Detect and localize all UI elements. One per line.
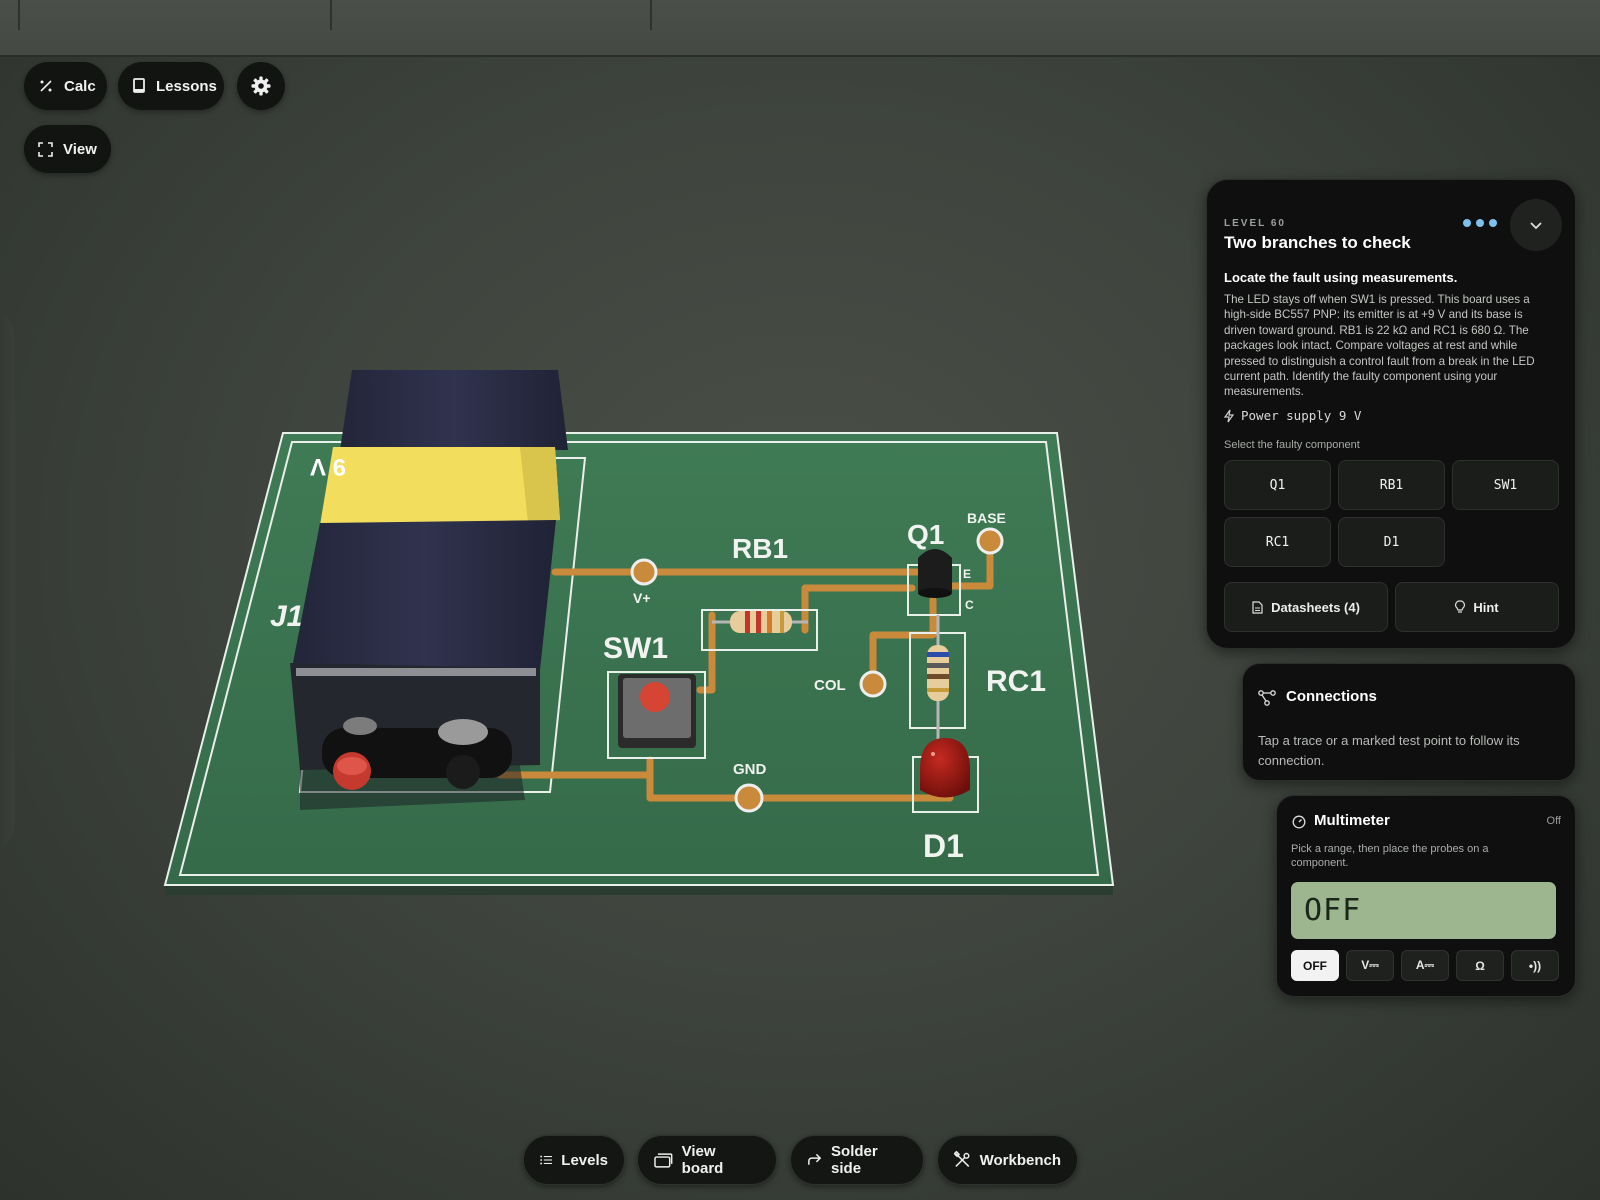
battery-top-body: [340, 370, 568, 450]
label-base: BASE: [967, 510, 1006, 526]
progress-dots: [1463, 219, 1497, 227]
label-rb1: RB1: [732, 533, 788, 564]
label-sw1: SW1: [603, 632, 668, 665]
gear-icon: [251, 76, 271, 96]
select-faulty-label: Select the faulty component: [1224, 439, 1360, 451]
lessons-button[interactable]: Lessons: [118, 62, 224, 110]
label-vplus: V+: [633, 590, 651, 606]
component-button-rc1[interactable]: RC1: [1224, 517, 1331, 567]
datasheets-label: Datasheets (4): [1271, 599, 1360, 615]
label-j1: J1: [270, 600, 303, 633]
mode-current-button[interactable]: A⎓: [1401, 950, 1449, 981]
document-icon: [1252, 600, 1263, 614]
label-col: COL: [814, 677, 846, 694]
view-board-button[interactable]: View board: [637, 1135, 777, 1185]
board-icon: [654, 1152, 673, 1168]
gauge-icon: [1292, 815, 1306, 829]
multimeter-title: Multimeter: [1314, 812, 1390, 829]
multimeter-panel: Multimeter Off Pick a range, then place …: [1276, 795, 1576, 997]
collapse-panel-button[interactable]: [1510, 199, 1562, 251]
test-point-gnd[interactable]: [734, 783, 764, 813]
sw1-button[interactable]: [640, 682, 670, 712]
label-emitter: E: [963, 567, 971, 581]
multimeter-display: OFF: [1291, 882, 1556, 939]
tools-icon: [954, 1151, 970, 1167]
label-rc1: RC1: [986, 665, 1046, 698]
mode-continuity-button[interactable]: •)): [1511, 950, 1559, 981]
label-gnd: GND: [733, 761, 767, 778]
q1-transistor[interactable]: [918, 549, 952, 592]
progress-dot: [1476, 219, 1484, 227]
power-supply-label: Power supply 9 V: [1241, 408, 1362, 423]
percent-icon: [40, 80, 52, 92]
list-icon: [540, 1155, 553, 1165]
task-description: The LED stays off when SW1 is pressed. T…: [1224, 293, 1535, 399]
mode-off-button[interactable]: OFF: [1291, 950, 1339, 981]
component-button-rb1[interactable]: RB1: [1338, 460, 1445, 510]
level-number: LEVEL 60: [1224, 218, 1286, 229]
label-collector: C: [965, 598, 974, 612]
calc-button[interactable]: Calc: [24, 62, 107, 110]
component-button-d1[interactable]: D1: [1338, 517, 1445, 567]
chevron-down-icon: [1530, 222, 1542, 230]
levels-label: Levels: [561, 1151, 608, 1169]
hint-button[interactable]: Hint: [1395, 582, 1559, 632]
test-point-vplus[interactable]: [630, 558, 658, 586]
flip-icon: [808, 1153, 822, 1165]
solder-side-label: Solder side: [831, 1143, 878, 1177]
battery-label: 9 V: [310, 453, 346, 480]
lessons-label: Lessons: [156, 77, 217, 95]
label-q1: Q1: [907, 519, 944, 550]
workbench-button[interactable]: Workbench: [937, 1135, 1078, 1185]
view-label: View: [63, 140, 97, 158]
mode-resistance-button[interactable]: Ω: [1456, 950, 1504, 981]
connections-panel: Connections Tap a trace or a marked test…: [1242, 663, 1576, 781]
test-point-base[interactable]: [976, 527, 1004, 555]
lightbulb-icon: [1455, 600, 1466, 613]
d1-led[interactable]: [920, 738, 970, 798]
connections-description: Tap a trace or a marked test point to fo…: [1258, 733, 1520, 768]
battery-lower-body: [292, 520, 556, 670]
label-d1: D1: [923, 828, 964, 864]
progress-dot: [1463, 219, 1471, 227]
book-icon: [133, 78, 145, 93]
workbench-label: Workbench: [979, 1151, 1061, 1169]
calc-label: Calc: [64, 77, 96, 95]
solder-side-button[interactable]: Solder side: [790, 1135, 924, 1185]
multimeter-description: Pick a range, then place the probes on a…: [1291, 843, 1489, 869]
mode-voltage-button[interactable]: V⎓: [1346, 950, 1394, 981]
task-heading: Locate the fault using measurements.: [1224, 270, 1458, 285]
power-supply-info: Power supply 9 V: [1224, 408, 1361, 423]
view-board-label: View board: [681, 1143, 724, 1177]
fullscreen-icon: [38, 141, 53, 157]
multimeter-state: Off: [1546, 815, 1561, 827]
connections-title: Connections: [1286, 688, 1377, 705]
level-panel: LEVEL 60 Two branches to check Locate th…: [1206, 179, 1576, 649]
hint-label: Hint: [1473, 599, 1499, 615]
settings-button[interactable]: [237, 62, 285, 110]
datasheets-button[interactable]: Datasheets (4): [1224, 582, 1388, 632]
view-button[interactable]: View: [24, 125, 111, 173]
levels-button[interactable]: Levels: [523, 1135, 625, 1185]
connections-icon: [1258, 690, 1276, 706]
progress-dot: [1489, 219, 1497, 227]
component-button-sw1[interactable]: SW1: [1452, 460, 1559, 510]
test-point-col[interactable]: [859, 670, 887, 698]
component-button-q1[interactable]: Q1: [1224, 460, 1331, 510]
lightning-icon: [1224, 409, 1234, 422]
level-title: Two branches to check: [1224, 233, 1411, 252]
battery-terminal-negative[interactable]: [446, 755, 480, 789]
